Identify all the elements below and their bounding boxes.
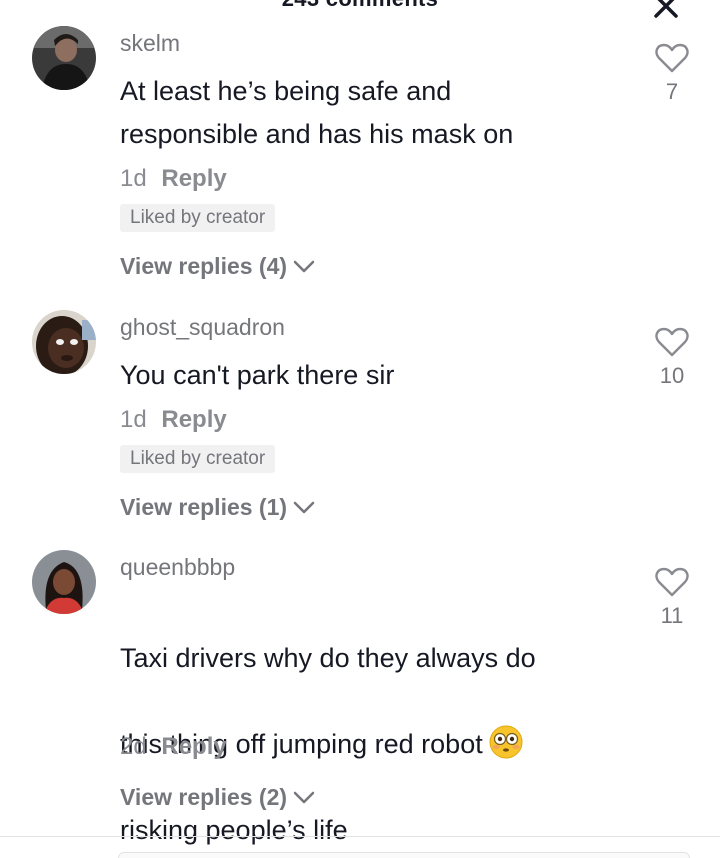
like-button[interactable] bbox=[652, 564, 692, 600]
view-replies-button[interactable]: View replies (4) bbox=[120, 253, 315, 280]
view-replies-button[interactable]: View replies (2) bbox=[120, 784, 315, 811]
reply-button[interactable]: Reply bbox=[161, 733, 226, 760]
comment-username[interactable]: ghost_squadron bbox=[120, 314, 285, 341]
comment-text: Taxi drivers why do they always do this … bbox=[120, 594, 640, 858]
comment-text-line: Taxi drivers why do they always do bbox=[120, 643, 536, 673]
like-button[interactable] bbox=[652, 324, 692, 360]
view-replies-button[interactable]: View replies (1) bbox=[120, 494, 315, 521]
chevron-down-icon bbox=[293, 501, 315, 513]
comment-timestamp: 2d bbox=[120, 733, 147, 760]
comments-header-title: 243 comments bbox=[0, 0, 720, 12]
liked-by-creator-badge: Liked by creator bbox=[120, 204, 276, 232]
comment-meta: 2d Reply bbox=[120, 733, 227, 761]
close-button[interactable] bbox=[650, 0, 682, 20]
like-count: 7 bbox=[665, 79, 679, 104]
close-icon bbox=[654, 0, 678, 18]
comment-meta: 1d Reply bbox=[120, 165, 227, 193]
add-comment-input[interactable] bbox=[118, 852, 690, 858]
comment-username[interactable]: queenbbbp bbox=[120, 554, 235, 581]
reply-button[interactable]: Reply bbox=[161, 165, 226, 192]
comment-username[interactable]: skelm bbox=[120, 30, 180, 57]
view-replies-label: View replies (1) bbox=[120, 494, 288, 520]
avatar[interactable] bbox=[32, 310, 96, 374]
chevron-down-icon bbox=[293, 260, 315, 272]
comment-timestamp: 1d bbox=[120, 165, 147, 192]
comment-text-line: risking people’s life bbox=[120, 815, 348, 845]
comment-text: You can't park there sir bbox=[120, 360, 395, 390]
chevron-down-icon bbox=[293, 791, 315, 803]
heart-icon bbox=[655, 43, 689, 73]
avatar[interactable] bbox=[32, 26, 96, 90]
comment-text: At least he’s being safe and responsible… bbox=[120, 76, 514, 149]
divider bbox=[0, 836, 720, 837]
like-count: 10 bbox=[659, 363, 685, 388]
reply-button[interactable]: Reply bbox=[161, 406, 226, 433]
like-count: 11 bbox=[660, 603, 684, 628]
comment-timestamp: 1d bbox=[120, 406, 147, 433]
view-replies-label: View replies (2) bbox=[120, 784, 288, 810]
heart-icon bbox=[655, 567, 689, 597]
heart-icon bbox=[655, 327, 689, 357]
flushed-face-emoji-icon bbox=[489, 725, 523, 759]
view-replies-label: View replies (4) bbox=[120, 253, 288, 279]
avatar[interactable] bbox=[32, 550, 96, 614]
liked-by-creator-badge: Liked by creator bbox=[120, 445, 276, 473]
like-button[interactable] bbox=[652, 40, 692, 76]
comment-meta: 1d Reply bbox=[120, 406, 227, 434]
